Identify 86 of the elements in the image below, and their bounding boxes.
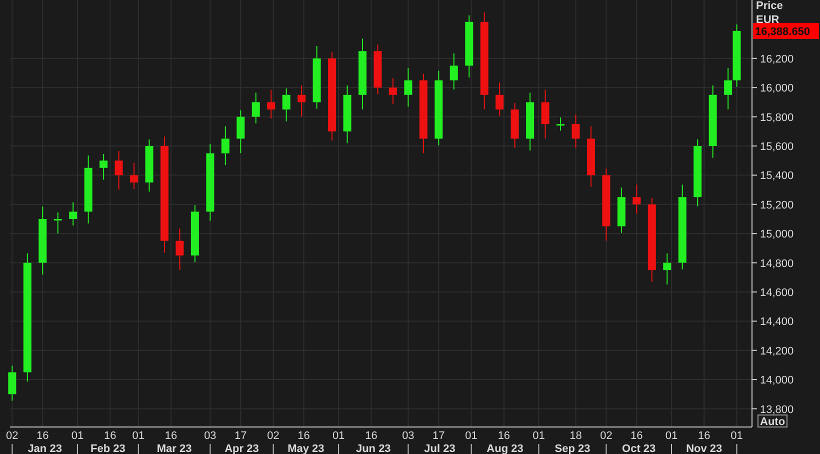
month-label: Nov 23 — [686, 443, 722, 454]
candlestick — [663, 252, 672, 286]
candlestick — [450, 52, 458, 90]
month-label: Feb 23 — [90, 443, 126, 454]
month-label: Sep 23 — [554, 443, 590, 454]
candlestick — [38, 206, 47, 276]
month-label: Aug 23 — [486, 443, 524, 454]
candlestick — [358, 38, 366, 110]
candlestick — [190, 204, 199, 263]
candlestick — [54, 212, 62, 234]
candlestick — [145, 138, 154, 192]
candlestick — [282, 88, 290, 122]
x-tick-label: 02 — [600, 430, 612, 442]
x-tick-label: 16 — [36, 430, 49, 442]
x-tick-label: 16 — [498, 430, 510, 442]
candlestick — [556, 117, 565, 132]
month-label: Apr 23 — [224, 443, 259, 454]
last-price-label: 16,388.650 — [753, 22, 819, 39]
x-tick-label: 17 — [432, 430, 445, 442]
candlestick — [176, 228, 184, 270]
x-tick-label: 17 — [234, 430, 247, 442]
month-label: Jun 23 — [356, 443, 391, 454]
x-tick-label: 16 — [298, 430, 310, 442]
month-label: Jan 23 — [28, 443, 62, 454]
auto-scale-button[interactable]: Auto — [758, 414, 788, 428]
x-tick-label: 01 — [665, 430, 678, 442]
y-tick-label: 14,400 — [760, 316, 794, 328]
x-tick-label: 01 — [132, 430, 144, 442]
candlestick — [632, 184, 641, 214]
candlestick — [541, 89, 550, 140]
candlestick — [100, 154, 108, 180]
candlestick — [617, 187, 626, 234]
candlestick — [130, 162, 138, 190]
candlestick — [496, 82, 504, 117]
y-tick-label: 14,800 — [760, 258, 794, 270]
x-tick-label: 16 — [630, 430, 643, 442]
candlestick — [8, 365, 16, 402]
x-tick-label: 02 — [267, 430, 280, 442]
y-tick-label: 15,400 — [760, 170, 794, 182]
candlestick — [526, 92, 534, 151]
x-tick-label: 01 — [332, 430, 345, 442]
candlestick — [510, 102, 519, 148]
x-tick-label: 01 — [465, 430, 478, 442]
candlestick — [267, 89, 276, 120]
axis-title: Price — [756, 0, 783, 12]
x-tick-label: 16 — [365, 430, 378, 442]
month-label: Mar 23 — [156, 443, 192, 454]
candlestick — [114, 150, 123, 190]
candlestick — [465, 14, 474, 78]
x-tick-label: 16 — [104, 430, 116, 442]
y-tick-label: 15,600 — [760, 140, 794, 153]
y-tick-label: 15,000 — [760, 228, 794, 241]
candlestick — [343, 84, 352, 144]
candlestick — [694, 138, 702, 207]
y-tick-label: 14,200 — [760, 345, 794, 358]
x-tick-label: 03 — [402, 430, 414, 442]
candlestick — [84, 154, 92, 224]
candlestick — [572, 114, 580, 148]
candlestick — [312, 45, 321, 110]
x-tick-label: 18 — [570, 430, 582, 442]
y-tick-label: 15,800 — [760, 112, 794, 124]
y-tick-label: 16,000 — [760, 82, 794, 95]
candlestick — [586, 126, 595, 188]
candlestick — [252, 92, 260, 124]
month-label: May 23 — [288, 443, 324, 454]
candlestick — [221, 126, 230, 166]
candlestick — [69, 202, 78, 226]
y-tick-label: 14,600 — [760, 286, 794, 299]
x-tick-label: 01 — [532, 430, 545, 442]
x-tick-label: 16 — [164, 430, 178, 442]
y-tick-label: 13,800 — [760, 404, 794, 416]
month-label: Jul 23 — [424, 443, 456, 454]
y-tick-label: 14,000 — [760, 374, 794, 387]
y-tick-label: 15,200 — [760, 199, 794, 212]
x-tick-label: 03 — [204, 430, 216, 442]
month-label: Oct 23 — [622, 443, 656, 454]
y-tick-label: 16,200 — [760, 53, 794, 66]
candlestick — [374, 44, 382, 95]
candlestick — [298, 84, 306, 118]
candlestick — [236, 110, 245, 154]
x-tick-label: 01 — [730, 430, 743, 442]
x-tick-label: 16 — [698, 430, 710, 442]
x-tick-label: 02 — [6, 430, 18, 442]
candlestick — [388, 78, 397, 105]
candlestick — [404, 67, 412, 108]
x-tick-label: 01 — [71, 430, 84, 442]
